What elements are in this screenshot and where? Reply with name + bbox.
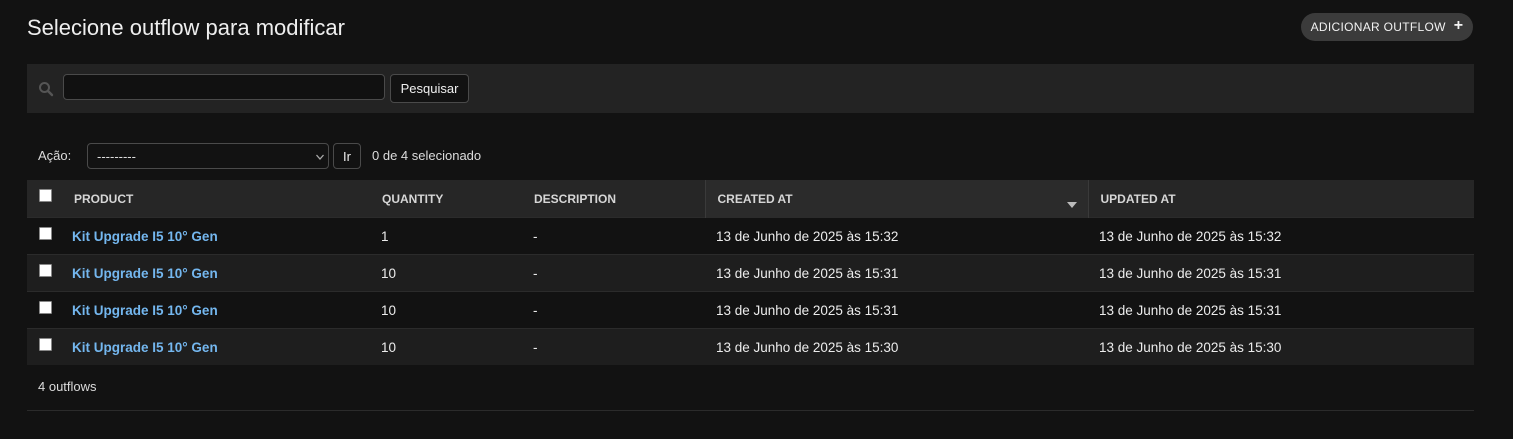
updated-at-value: 13 de Junho de 2025 às 15:32	[1099, 228, 1282, 244]
product-cell: Kit Upgrade I5 10° Gen	[62, 328, 370, 365]
footer-divider	[27, 410, 1474, 411]
results-table: PRODUCT QUANTITY DESCRIPTION CREATED AT …	[27, 180, 1474, 365]
created-at-value: 13 de Junho de 2025 às 15:32	[716, 228, 899, 244]
go-button[interactable]: Ir	[333, 143, 361, 169]
row-select-cell	[27, 328, 62, 365]
created-at-value: 13 de Junho de 2025 às 15:31	[716, 302, 899, 318]
created-at-cell: 13 de Junho de 2025 às 15:31	[705, 291, 1088, 329]
description-cell: -	[521, 254, 705, 292]
row-checkbox[interactable]	[39, 301, 52, 315]
quantity-value: 1	[381, 228, 389, 244]
description-value: -	[533, 265, 538, 281]
sort-descending-icon[interactable]	[1066, 197, 1077, 208]
admin-changelist: Selecione outflow para modificar ADICION…	[0, 0, 1513, 439]
created-at-cell: 13 de Junho de 2025 às 15:30	[705, 328, 1088, 365]
chevron-down-icon	[315, 150, 325, 160]
description-value: -	[533, 302, 538, 318]
add-outflow-button[interactable]: ADICIONAR OUTFLOW +	[1301, 13, 1473, 41]
column-header-created-at-label: CREATED AT	[717, 191, 793, 206]
created-at-value: 13 de Junho de 2025 às 15:30	[716, 339, 899, 355]
quantity-value: 10	[381, 265, 397, 281]
updated-at-value: 13 de Junho de 2025 às 15:31	[1099, 302, 1282, 318]
quantity-value: 10	[381, 302, 397, 318]
search-input[interactable]	[63, 74, 385, 100]
quantity-cell: 10	[370, 254, 521, 292]
action-select-value: ---------	[97, 149, 136, 164]
updated-at-cell: 13 de Junho de 2025 às 15:32	[1088, 217, 1474, 255]
row-select-cell	[27, 291, 62, 329]
row-select-cell	[27, 254, 62, 292]
description-cell: -	[521, 328, 705, 365]
description-value: -	[533, 339, 538, 355]
product-link[interactable]: Kit Upgrade I5 10° Gen	[72, 340, 218, 355]
plus-icon: +	[1453, 17, 1464, 34]
row-checkbox[interactable]	[39, 227, 52, 241]
search-toolbar: Pesquisar	[27, 64, 1474, 113]
table-row: Kit Upgrade I5 10° Gen 10 - 13 de Junho …	[27, 291, 1474, 329]
table-row: Kit Upgrade I5 10° Gen 10 - 13 de Junho …	[27, 254, 1474, 292]
updated-at-value: 13 de Junho de 2025 às 15:31	[1099, 265, 1282, 281]
column-header-updated-at-label: UPDATED AT	[1100, 191, 1176, 206]
quantity-cell: 10	[370, 291, 521, 329]
table-row: Kit Upgrade I5 10° Gen 10 - 13 de Junho …	[27, 328, 1474, 365]
column-header-description-label: DESCRIPTION	[534, 191, 617, 206]
product-link[interactable]: Kit Upgrade I5 10° Gen	[72, 266, 218, 281]
product-cell: Kit Upgrade I5 10° Gen	[62, 217, 370, 255]
row-select-cell	[27, 217, 62, 255]
quantity-value: 10	[381, 339, 397, 355]
column-header-description[interactable]: DESCRIPTION	[521, 180, 705, 218]
updated-at-value: 13 de Junho de 2025 às 15:30	[1099, 339, 1282, 355]
updated-at-cell: 13 de Junho de 2025 às 15:31	[1088, 254, 1474, 292]
search-icon	[38, 81, 54, 97]
search-button[interactable]: Pesquisar	[390, 74, 469, 103]
updated-at-cell: 13 de Junho de 2025 às 15:30	[1088, 328, 1474, 365]
page-title: Selecione outflow para modificar	[27, 15, 345, 40]
column-header-quantity[interactable]: QUANTITY	[370, 180, 521, 218]
action-label: Ação:	[38, 148, 72, 163]
product-link[interactable]: Kit Upgrade I5 10° Gen	[72, 303, 218, 318]
created-at-cell: 13 de Junho de 2025 às 15:31	[705, 254, 1088, 292]
column-header-quantity-label: QUANTITY	[382, 191, 444, 206]
action-select[interactable]: ---------	[87, 143, 329, 169]
result-count: 4 outflows	[38, 379, 97, 394]
column-header-updated-at[interactable]: UPDATED AT	[1087, 180, 1474, 218]
column-header-created-at[interactable]: CREATED AT	[704, 180, 1088, 218]
description-cell: -	[521, 217, 705, 255]
created-at-value: 13 de Junho de 2025 às 15:31	[716, 265, 899, 281]
column-header-product-label: PRODUCT	[74, 191, 134, 206]
row-checkbox[interactable]	[39, 338, 52, 352]
product-cell: Kit Upgrade I5 10° Gen	[62, 254, 370, 292]
selection-counter: 0 de 4 selecionado	[372, 148, 482, 163]
created-at-cell: 13 de Junho de 2025 às 15:32	[705, 217, 1088, 255]
select-all-cell	[27, 180, 62, 218]
product-cell: Kit Upgrade I5 10° Gen	[62, 291, 370, 329]
table-row: Kit Upgrade I5 10° Gen 1 - 13 de Junho d…	[27, 217, 1474, 255]
quantity-cell: 1	[370, 217, 521, 255]
quantity-cell: 10	[370, 328, 521, 365]
product-link[interactable]: Kit Upgrade I5 10° Gen	[72, 229, 218, 244]
column-header-product[interactable]: PRODUCT	[62, 180, 370, 218]
description-value: -	[533, 228, 538, 244]
row-checkbox[interactable]	[39, 264, 52, 278]
select-all-checkbox[interactable]	[39, 188, 52, 202]
table-header-row: PRODUCT QUANTITY DESCRIPTION CREATED AT …	[27, 180, 1474, 218]
description-cell: -	[521, 291, 705, 329]
add-outflow-label: ADICIONAR OUTFLOW	[1310, 20, 1446, 34]
updated-at-cell: 13 de Junho de 2025 às 15:31	[1088, 291, 1474, 329]
